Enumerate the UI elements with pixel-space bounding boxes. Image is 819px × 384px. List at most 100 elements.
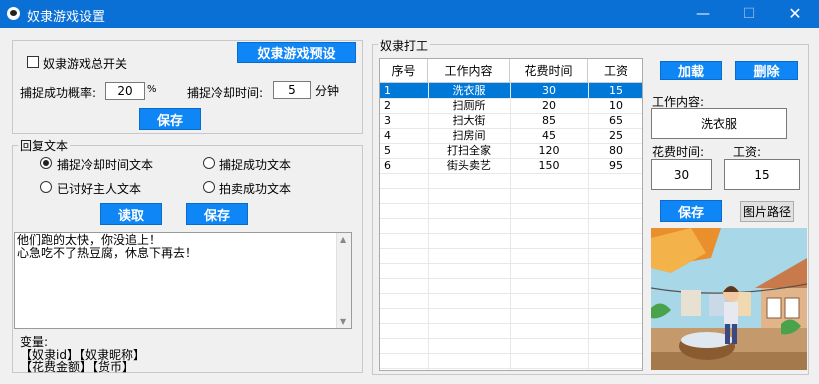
cell-content: 打扫全家 — [447, 144, 491, 157]
read-button[interactable]: 读取 — [100, 203, 162, 225]
work-group-title: 奴隶打工 — [378, 37, 431, 54]
catch-rate-input[interactable]: 20 — [105, 82, 145, 100]
table-gridline — [380, 263, 642, 264]
time-input[interactable]: 30 — [651, 159, 712, 190]
catch-rate-unit: % — [147, 84, 157, 95]
work-table[interactable]: 序号 工作内容 花费时间 工资 1 洗衣服 30 15 2 扫厕所 20 10 3 扫大街 85 65… — [379, 58, 643, 371]
table-gridline — [380, 173, 642, 174]
cell-time: 150 — [538, 159, 560, 172]
cell-wage: 25 — [609, 129, 623, 142]
table-row[interactable]: 4 扫房间 45 25 — [380, 128, 642, 144]
cell-time: 120 — [538, 144, 560, 157]
cell-wage: 15 — [609, 84, 623, 97]
radio-auction-success-text[interactable] — [203, 181, 215, 193]
title-bar: 奴隶游戏设置 — ☐ ✕ — [0, 0, 819, 28]
table-gridline — [428, 83, 429, 370]
cell-index: 5 — [384, 144, 391, 157]
table-gridline — [380, 113, 642, 114]
cell-time: 20 — [542, 99, 556, 112]
settings-save-button[interactable]: 保存 — [139, 108, 201, 130]
text-area-scrollbar[interactable]: ▲ ▼ — [336, 233, 351, 328]
table-gridline — [380, 308, 642, 309]
radio-cooldown-text-label: 捕捉冷却时间文本 — [57, 158, 154, 172]
preset-button[interactable]: 奴隶游戏预设 — [237, 42, 356, 63]
cell-time: 85 — [542, 114, 556, 127]
table-gridline — [380, 98, 642, 99]
table-gridline — [380, 368, 642, 369]
radio-pleased-master-label: 已讨好主人文本 — [57, 182, 142, 196]
table-row[interactable]: 5 打扫全家 120 80 — [380, 143, 642, 159]
table-gridline — [510, 83, 511, 370]
cell-wage: 10 — [609, 99, 623, 112]
table-row[interactable]: 6 街头卖艺 150 95 — [380, 158, 642, 174]
cell-wage: 65 — [609, 114, 623, 127]
table-gridline — [380, 143, 642, 144]
radio-catch-success-label: 捕捉成功文本 — [219, 158, 292, 172]
window-title: 奴隶游戏设置 — [27, 10, 106, 25]
cell-time: 45 — [542, 129, 556, 142]
column-header-content[interactable]: 工作内容 — [428, 59, 510, 83]
cell-index: 2 — [384, 99, 391, 112]
app-icon — [7, 7, 20, 20]
wage-input[interactable]: 15 — [724, 159, 800, 190]
cell-index: 1 — [384, 84, 391, 97]
table-gridline — [380, 233, 642, 234]
column-header-index[interactable]: 序号 — [380, 59, 428, 83]
cell-content: 街头卖艺 — [447, 159, 491, 172]
wage-label: 工资: — [733, 145, 762, 159]
laundry-illustration — [651, 228, 807, 370]
work-save-button[interactable]: 保存 — [660, 200, 722, 222]
table-gridline — [380, 203, 642, 204]
radio-pleased-master-text[interactable] — [40, 181, 52, 193]
work-content-input[interactable]: 洗衣服 — [651, 108, 787, 139]
cell-content: 扫大街 — [452, 114, 486, 127]
table-gridline — [380, 353, 642, 354]
scroll-down-icon[interactable]: ▼ — [340, 317, 346, 326]
table-row[interactable]: 2 扫厕所 20 10 — [380, 98, 642, 114]
table-gridline — [380, 338, 642, 339]
cell-index: 4 — [384, 129, 391, 142]
table-gridline — [380, 323, 642, 324]
work-image — [651, 228, 807, 370]
cell-content: 扫房间 — [452, 129, 486, 142]
variables-line-2: 【花费金额】【货币】 — [20, 360, 135, 374]
cell-wage: 95 — [609, 159, 623, 172]
close-button[interactable]: ✕ — [772, 0, 818, 28]
cooldown-input[interactable]: 5 — [273, 81, 311, 99]
table-gridline — [380, 128, 642, 129]
table-gridline — [380, 278, 642, 279]
time-label: 花费时间: — [652, 145, 705, 159]
table-gridline — [380, 218, 642, 219]
radio-catch-success-text[interactable] — [203, 157, 215, 169]
radio-auction-success-label: 拍卖成功文本 — [219, 182, 292, 196]
table-gridline — [380, 248, 642, 249]
delete-button[interactable]: 删除 — [735, 61, 798, 80]
load-button[interactable]: 加载 — [660, 61, 722, 80]
master-switch-label: 奴隶游戏总开关 — [43, 57, 128, 71]
maximize-button[interactable]: ☐ — [726, 0, 772, 28]
cooldown-label: 捕捉冷却时间: — [187, 86, 264, 100]
cell-wage: 80 — [609, 144, 623, 157]
column-header-wage[interactable]: 工资 — [588, 59, 642, 83]
table-row[interactable]: 3 扫大街 85 65 — [380, 113, 642, 129]
scroll-up-icon[interactable]: ▲ — [340, 235, 346, 244]
table-gridline — [380, 188, 642, 189]
table-gridline — [380, 158, 642, 159]
radio-cooldown-text[interactable] — [40, 157, 52, 169]
image-path-button[interactable]: 图片路径 — [740, 201, 794, 222]
cell-index: 3 — [384, 114, 391, 127]
cell-index: 6 — [384, 159, 391, 172]
column-header-time[interactable]: 花费时间 — [510, 59, 588, 83]
reply-text-area[interactable]: 他们跑的太快，你没追上！ 心急吃不了热豆腐，休息下再去！ — [14, 232, 352, 329]
table-gridline — [380, 293, 642, 294]
cooldown-unit: 分钟 — [315, 84, 340, 98]
minimize-button[interactable]: — — [680, 0, 726, 28]
table-gridline — [588, 83, 589, 370]
reply-group-title: 回复文本 — [18, 137, 71, 154]
cell-content: 洗衣服 — [452, 84, 486, 97]
table-row[interactable]: 1 洗衣服 30 15 — [380, 83, 642, 99]
catch-rate-label: 捕捉成功概率: — [20, 86, 97, 100]
reply-save-button[interactable]: 保存 — [186, 203, 248, 225]
master-switch-checkbox[interactable] — [27, 56, 39, 68]
cell-time: 30 — [542, 84, 556, 97]
